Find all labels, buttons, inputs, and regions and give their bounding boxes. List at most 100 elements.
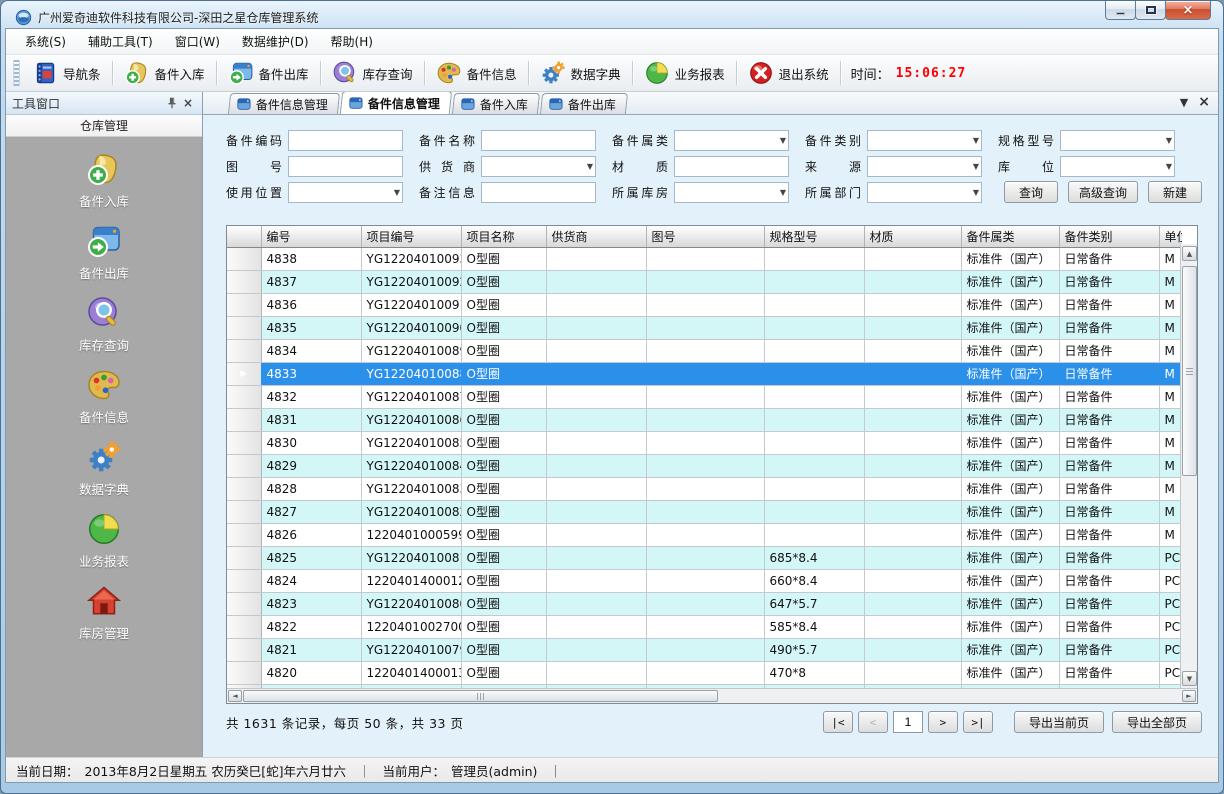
sidebar-item-inbound[interactable]: 备件入库 [44,151,164,210]
table-row[interactable]: 4836YG12204010091O型圈标准件（国产）日常备件M [227,293,1182,316]
table-row[interactable]: 4825YG12204010081O型圈685*8.4标准件（国产）日常备件PC [227,546,1182,569]
table-row[interactable]: 4827YG12204010082O型圈标准件（国产）日常备件M [227,500,1182,523]
sidebar-item-outbound[interactable]: 备件出库 [44,223,164,282]
table-row[interactable]: ▶4833YG12204010088O型圈标准件（国产）日常备件M [227,362,1182,385]
toolbar-button-exit[interactable]: 退出系统 [741,56,836,90]
department-select[interactable]: ▼ [867,182,982,203]
row-selector-cell[interactable] [227,500,261,523]
table-row[interactable]: 48201220401400013O型圈470*8标准件（国产）日常备件PC [227,661,1182,684]
row-selector-cell[interactable] [227,569,261,592]
row-selector-cell[interactable] [227,408,261,431]
export-all-pages-button[interactable]: 导出全部页 [1112,711,1202,733]
warehouse-select[interactable]: ▼ [674,182,789,203]
remark-input[interactable] [481,182,596,203]
sidebar-item-home[interactable]: 库房管理 [44,583,164,642]
source-select[interactable]: ▼ [867,156,982,177]
toolbar-button-search[interactable]: 库存查询 [325,56,420,90]
table-row[interactable]: 48261220401000599O型圈标准件（国产）日常备件M [227,523,1182,546]
row-selector-cell[interactable] [227,638,261,661]
drawing-no-input[interactable] [288,156,403,177]
column-header[interactable]: 编号 [261,226,361,247]
table-row[interactable]: 4832YG12204010087O型圈标准件（国产）日常备件M [227,385,1182,408]
spec-model-select[interactable]: ▼ [1060,130,1175,151]
column-header[interactable]: 材质 [864,226,961,247]
maximize-button[interactable] [1135,1,1166,20]
column-header[interactable]: 备件类别 [1059,226,1159,247]
table-row[interactable]: 4837YG12204010092O型圈标准件（国产）日常备件M [227,270,1182,293]
tab-inactive[interactable]: 备件信息管理 [228,93,340,114]
row-selector-cell[interactable] [227,546,261,569]
tool-window-close-button[interactable]: × [180,95,196,111]
pin-button[interactable] [164,95,180,111]
export-current-page-button[interactable]: 导出当前页 [1014,711,1104,733]
close-button[interactable]: × [1165,1,1211,20]
row-selector-cell[interactable] [227,270,261,293]
table-row[interactable]: 4834YG12204010089O型圈标准件（国产）日常备件M [227,339,1182,362]
tab-close-icon[interactable]: × [1198,95,1210,109]
menu-item[interactable]: 帮助(H) [320,29,384,54]
table-row[interactable]: 4828YG12204010083O型圈标准件（国产）日常备件M [227,477,1182,500]
menu-item[interactable]: 数据维护(D) [231,29,320,54]
first-page-button[interactable]: |< [823,711,853,733]
row-selector-cell[interactable] [227,592,261,615]
scroll-right-icon[interactable]: ► [1182,690,1196,702]
table-row[interactable]: 4830YG12204010085O型圈标准件（国产）日常备件M [227,431,1182,454]
new-button[interactable]: 新建 [1148,181,1202,203]
column-header[interactable]: 图号 [646,226,764,247]
tab-inactive[interactable]: 备件出库 [540,93,628,114]
menu-item[interactable]: 系统(S) [14,29,77,54]
scroll-left-icon[interactable]: ◄ [228,690,242,702]
query-button[interactable]: 查询 [1004,181,1058,203]
column-header[interactable]: 供货商 [546,226,646,247]
column-header[interactable]: 备件属类 [961,226,1059,247]
sidebar-item-gears[interactable]: 数据字典 [44,439,164,498]
column-header[interactable]: 项目编号 [361,226,461,247]
row-selector-cell[interactable] [227,454,261,477]
row-selector-cell[interactable] [227,615,261,638]
column-header[interactable]: 规格型号 [764,226,864,247]
toolbar-button-palette[interactable]: 备件信息 [429,56,524,90]
row-selector-cell[interactable] [227,293,261,316]
toolbar-button-gears[interactable]: 数据字典 [533,56,628,90]
table-row[interactable]: 4823YG12204010080O型圈647*5.7标准件（国产）日常备件PC [227,592,1182,615]
horizontal-scroll-thumb[interactable] [243,690,718,702]
page-number-input[interactable] [893,711,923,733]
row-selector-cell[interactable] [227,661,261,684]
row-selector-cell[interactable] [227,316,261,339]
sidebar-item-pie[interactable]: 业务报表 [44,511,164,570]
next-page-button[interactable]: > [928,711,958,733]
row-selector-cell[interactable] [227,247,261,270]
table-row[interactable]: 48221220401002700O型圈585*8.4标准件（国产）日常备件PC [227,615,1182,638]
tab-list-dropdown-icon[interactable]: ▼ [1180,97,1188,108]
menu-item[interactable]: 窗口(W) [164,29,231,54]
material-input[interactable] [674,156,789,177]
table-row[interactable]: 48241220401400012O型圈660*8.4标准件（国产）日常备件PC [227,569,1182,592]
row-selector-cell[interactable] [227,385,261,408]
part-class-select[interactable]: ▼ [867,130,982,151]
row-selector-cell[interactable] [227,431,261,454]
warehouse-section-header[interactable]: 仓库管理 [6,115,202,137]
toolbar-button-pie[interactable]: 业务报表 [637,56,732,90]
tab-active[interactable]: 备件信息管理 [340,92,452,114]
prev-page-button[interactable]: < [858,711,888,733]
part-code-input[interactable] [288,130,403,151]
column-header[interactable]: 单位 [1159,226,1182,247]
sidebar-item-palette[interactable]: 备件信息 [44,367,164,426]
part-name-input[interactable] [481,130,596,151]
table-row[interactable]: 4831YG12204010086O型圈标准件（国产）日常备件M [227,408,1182,431]
toolbar-button-inbound[interactable]: 备件入库 [117,56,212,90]
row-selector-cell[interactable]: ▶ [227,362,261,385]
vertical-scrollbar[interactable]: ▲ ▼ [1180,244,1197,688]
toolbar-button-book[interactable]: 导航条 [25,56,108,90]
vertical-scroll-thumb[interactable] [1182,266,1197,476]
row-selector-header[interactable] [227,226,261,247]
table-row[interactable]: 4829YG12204010084O型圈标准件（国产）日常备件M [227,454,1182,477]
scroll-down-icon[interactable]: ▼ [1182,671,1197,686]
usage-position-select[interactable]: ▼ [288,182,403,203]
row-selector-cell[interactable] [227,339,261,362]
column-header[interactable]: 项目名称 [461,226,546,247]
row-selector-cell[interactable] [227,477,261,500]
table-row[interactable]: 4835YG12204010090O型圈标准件（国产）日常备件M [227,316,1182,339]
part-category-select[interactable]: ▼ [674,130,789,151]
supplier-select[interactable]: ▼ [481,156,596,177]
